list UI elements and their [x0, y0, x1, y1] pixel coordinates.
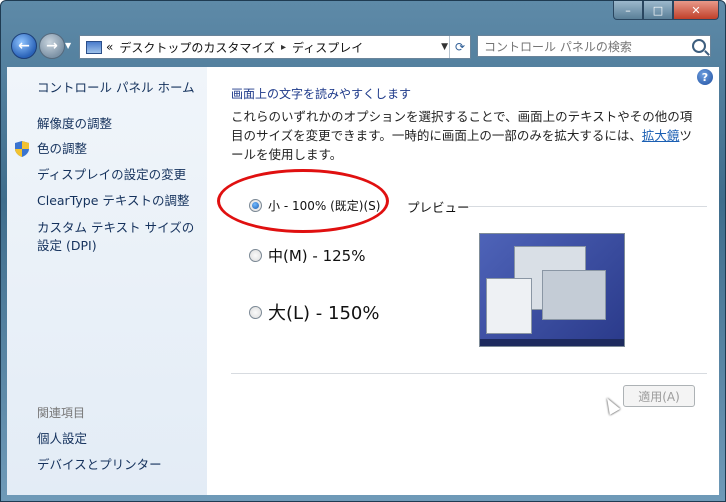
- option-medium-label[interactable]: 中(M) - 125%: [268, 245, 365, 266]
- back-button[interactable]: ←: [11, 33, 37, 59]
- window: – □ ✕ ← → ▼ « デスクトップのカスタマイズ ▸ ディスプレイ ▼ ⟳…: [0, 0, 726, 502]
- sidebar-link-display-settings[interactable]: ディスプレイの設定の変更: [37, 166, 186, 184]
- radio-small[interactable]: [249, 199, 262, 212]
- sidebar-home-link[interactable]: コントロール パネル ホーム: [37, 79, 195, 97]
- description-text: これらのいずれかのオプションを選択することで、画面上のテキストやその他の項目のサ…: [231, 109, 693, 143]
- caption-buttons: – □ ✕: [613, 1, 719, 20]
- minimize-button[interactable]: –: [613, 1, 643, 20]
- search-box[interactable]: [477, 35, 711, 57]
- breadcrumb-customize-desktop[interactable]: デスクトップのカスタマイズ: [119, 39, 275, 56]
- help-icon[interactable]: ?: [697, 69, 713, 85]
- client-area: コントロール パネル ホーム 解像度の調整 色の調整 ディスプレイの設定の変更 …: [7, 67, 719, 495]
- refresh-icon[interactable]: ⟳: [449, 36, 470, 58]
- navigation-bar: ← → ▼ « デスクトップのカスタマイズ ▸ ディスプレイ ▼ ⟳: [7, 31, 719, 63]
- recent-pages-dropdown-icon[interactable]: ▼: [65, 41, 73, 50]
- option-large-label[interactable]: 大(L) - 150%: [268, 299, 379, 325]
- sidebar-link-resolution[interactable]: 解像度の調整: [37, 115, 112, 133]
- radio-medium[interactable]: [249, 249, 262, 262]
- preview-label: プレビュー: [407, 200, 470, 215]
- option-small[interactable]: 小 - 100% (既定)(S): [249, 197, 380, 214]
- sidebar-link-devices-printers[interactable]: デバイスとプリンター: [37, 456, 162, 474]
- preview-divider: [469, 206, 707, 207]
- maximize-button[interactable]: □: [643, 1, 673, 20]
- description: これらのいずれかのオプションを選択することで、画面上のテキストやその他の項目のサ…: [231, 107, 701, 164]
- address-overflow-chevron[interactable]: «: [106, 40, 113, 54]
- sidebar-link-color[interactable]: 色の調整: [37, 140, 87, 158]
- sidebar-link-personalization[interactable]: 個人設定: [37, 430, 87, 448]
- sidebar-link-custom-dpi[interactable]: カスタム テキスト サイズの設定 (DPI): [37, 219, 205, 255]
- apply-button[interactable]: 適用(A): [623, 385, 695, 407]
- option-small-label[interactable]: 小 - 100% (既定)(S): [268, 197, 380, 214]
- mouse-cursor-icon: [601, 395, 621, 415]
- uac-shield-icon: [15, 141, 29, 157]
- search-input[interactable]: [478, 37, 690, 57]
- forward-button[interactable]: →: [39, 33, 65, 59]
- address-dropdown-icon[interactable]: ▼: [441, 36, 448, 58]
- sidebar-link-cleartype[interactable]: ClearType テキストの調整: [37, 192, 190, 210]
- sidebar: コントロール パネル ホーム 解像度の調整 色の調整 ディスプレイの設定の変更 …: [7, 67, 207, 495]
- page-heading: 画面上の文字を読みやすくします: [231, 87, 412, 101]
- search-icon[interactable]: [692, 39, 706, 53]
- option-medium[interactable]: 中(M) - 125%: [249, 245, 365, 266]
- breadcrumb-separator-icon[interactable]: ▸: [281, 42, 286, 53]
- address-bar[interactable]: « デスクトップのカスタマイズ ▸ ディスプレイ ▼ ⟳: [79, 35, 471, 59]
- preview-image: [479, 233, 625, 347]
- preview-window-icon: [542, 270, 606, 320]
- divider: [231, 373, 707, 374]
- option-large[interactable]: 大(L) - 150%: [249, 299, 379, 325]
- control-panel-icon: [86, 40, 102, 54]
- close-button[interactable]: ✕: [673, 1, 719, 20]
- breadcrumb-display[interactable]: ディスプレイ: [292, 39, 363, 56]
- radio-large[interactable]: [249, 305, 262, 319]
- preview-window-icon: [486, 278, 532, 334]
- preview-taskbar: [480, 339, 624, 346]
- magnifier-link[interactable]: 拡大鏡: [642, 128, 680, 143]
- main-panel: ? 画面上の文字を読みやすくします これらのいずれかのオプションを選択することで…: [207, 67, 719, 495]
- related-items-heading: 関連項目: [37, 406, 86, 420]
